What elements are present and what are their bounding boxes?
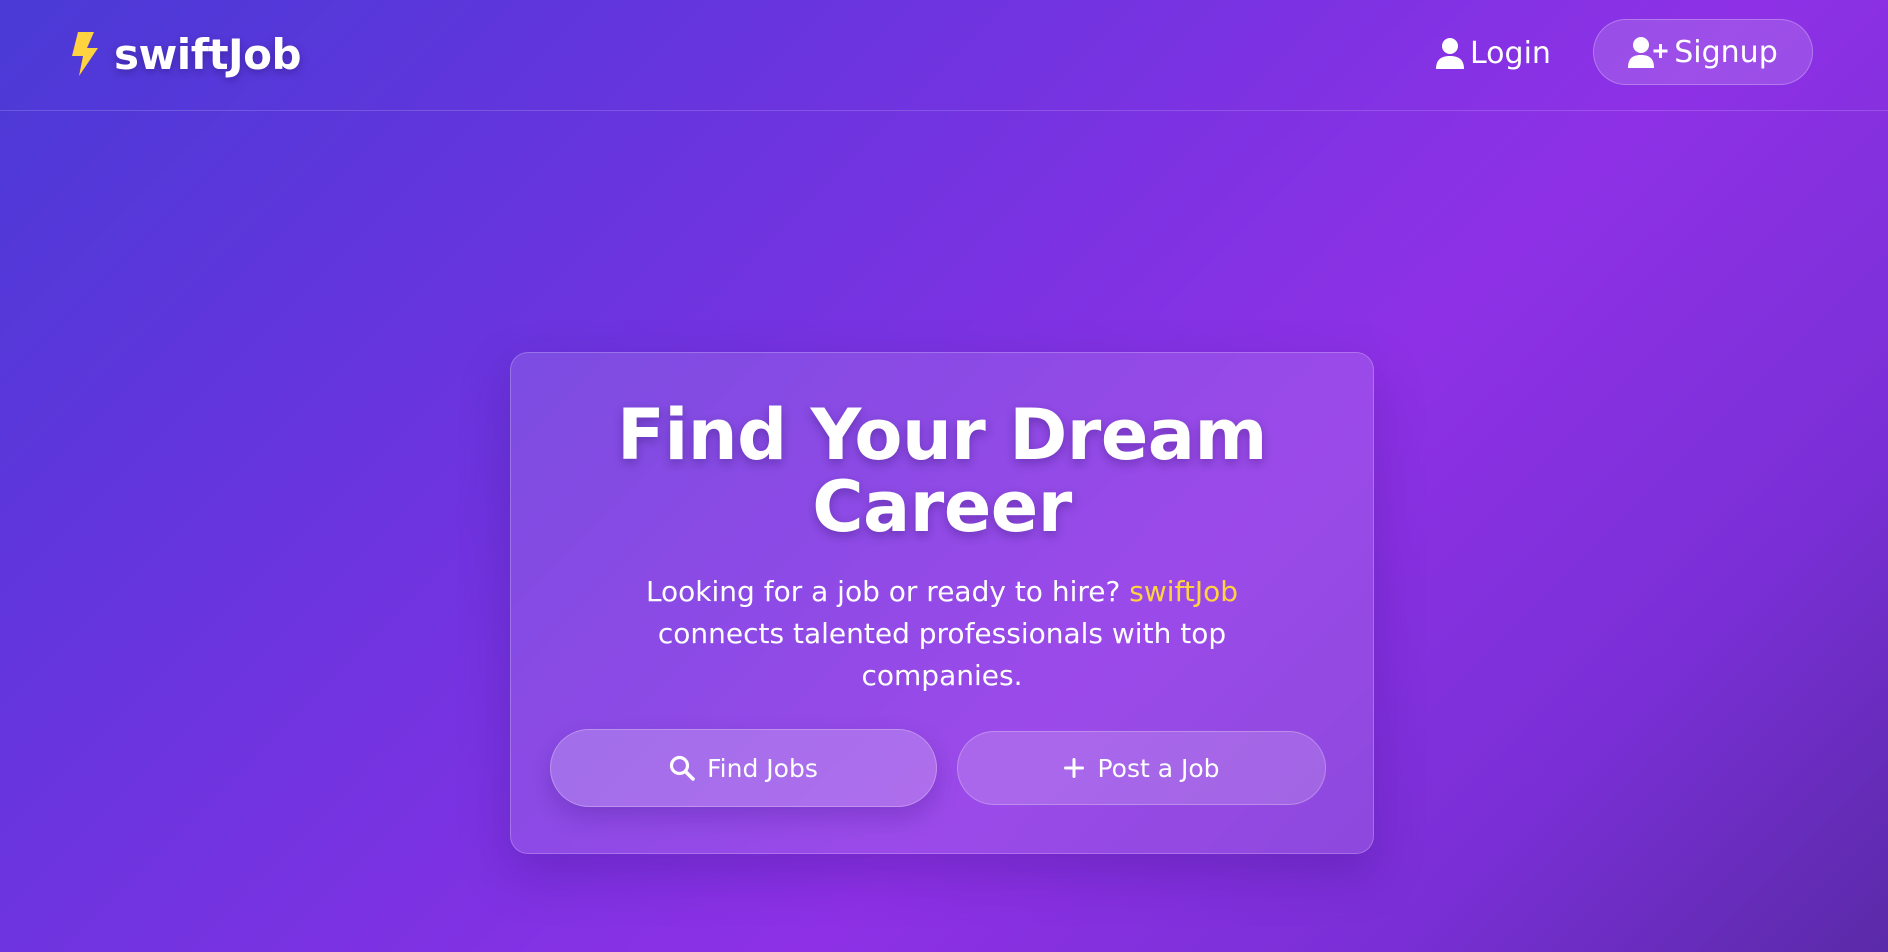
- hero-description: Looking for a job or ready to hire? swif…: [611, 571, 1273, 697]
- login-link[interactable]: Login: [1436, 30, 1551, 76]
- login-label: Login: [1470, 35, 1551, 71]
- hero-title: Find Your Dream Career: [617, 394, 1267, 548]
- lightning-bolt-icon: [66, 30, 104, 78]
- plus-icon: [1063, 757, 1085, 779]
- user-plus-icon: [1628, 36, 1668, 68]
- brand-name: swiftJob: [114, 29, 302, 79]
- post-job-button[interactable]: Post a Job: [957, 731, 1326, 805]
- hero-description-end: connects talented professionals with top…: [657, 617, 1227, 692]
- post-job-label: Post a Job: [1097, 753, 1220, 783]
- hero-card: Find Your Dream Career Looking for a job…: [510, 352, 1374, 854]
- hero-description-start: Looking for a job or ready to hire?: [645, 575, 1130, 608]
- find-jobs-label: Find Jobs: [707, 753, 818, 783]
- signup-label: Signup: [1674, 34, 1778, 70]
- brand-logo[interactable]: swiftJob: [66, 28, 302, 80]
- user-icon: [1436, 37, 1464, 69]
- hero-brand-highlight: swiftJob: [1129, 575, 1239, 608]
- signup-button[interactable]: Signup: [1593, 19, 1813, 85]
- search-icon: [669, 755, 695, 781]
- find-jobs-button[interactable]: Find Jobs: [550, 729, 937, 807]
- top-navbar: swiftJob Login Signup: [0, 0, 1888, 111]
